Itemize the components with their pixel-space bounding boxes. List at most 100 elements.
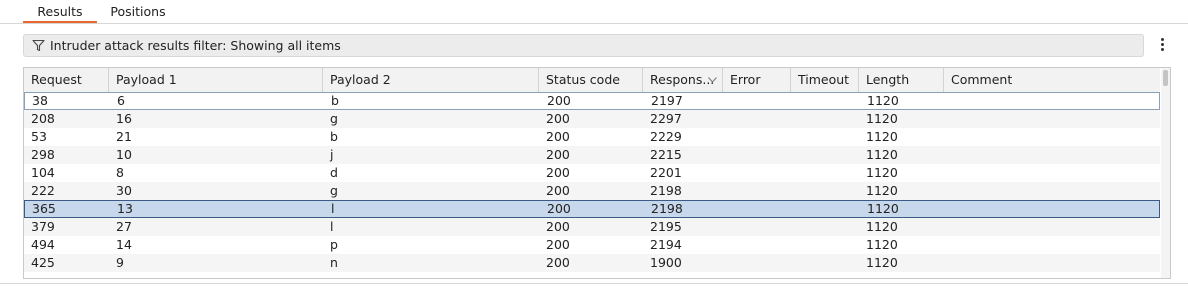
column-header-request[interactable]: Request xyxy=(24,68,109,92)
cell-payload-2: b xyxy=(331,93,339,108)
cell-payload-1: 8 xyxy=(116,165,124,180)
cell-status-code: 200 xyxy=(546,183,570,198)
cell-response-received: 2198 xyxy=(650,183,682,198)
cell-comment xyxy=(944,146,1160,164)
cell-comment xyxy=(944,110,1160,128)
column-header-error[interactable]: Error xyxy=(723,68,791,92)
cell-comment xyxy=(944,218,1160,236)
cell-request: 104 xyxy=(31,165,55,180)
table-row[interactable]: 222 30 g 200 2198 1120 xyxy=(24,182,1160,200)
cell-request: 208 xyxy=(31,111,55,126)
cell-comment xyxy=(944,128,1160,146)
cell-timeout xyxy=(791,182,859,200)
bottom-divider xyxy=(0,283,1188,284)
cell-response-received: 2201 xyxy=(650,165,682,180)
cell-request: 379 xyxy=(31,219,55,234)
cell-request: 222 xyxy=(31,183,55,198)
cell-length: 1120 xyxy=(867,93,899,108)
cell-response-received: 2229 xyxy=(650,129,682,144)
column-header-response-label: Respons... xyxy=(650,72,715,87)
cell-comment xyxy=(945,200,1161,218)
table-header: Request Payload 1 Payload 2 Status code … xyxy=(24,68,1160,93)
cell-payload-1: 27 xyxy=(116,219,132,234)
cell-error xyxy=(723,218,791,236)
cell-request: 365 xyxy=(32,201,56,216)
cell-length: 1120 xyxy=(866,219,898,234)
cell-payload-2: d xyxy=(330,165,338,180)
table-row[interactable]: 494 14 p 200 2194 1120 xyxy=(24,236,1160,254)
cell-payload-1: 6 xyxy=(117,93,125,108)
cell-payload-2: l xyxy=(331,201,335,216)
table-row[interactable]: 38 6 b 200 2197 1120 xyxy=(24,92,1160,110)
cell-payload-1: 21 xyxy=(116,129,132,144)
kebab-menu-icon[interactable] xyxy=(1155,36,1169,54)
cell-error xyxy=(724,200,792,218)
cell-payload-1: 30 xyxy=(116,183,132,198)
table-row[interactable]: 53 21 b 200 2229 1120 xyxy=(24,128,1160,146)
table-row[interactable]: 379 27 l 200 2195 1120 xyxy=(24,218,1160,236)
cell-length: 1120 xyxy=(866,237,898,252)
tab-bar: Results Positions xyxy=(0,0,1188,24)
cell-error xyxy=(723,146,791,164)
cell-comment xyxy=(944,164,1160,182)
column-header-timeout[interactable]: Timeout xyxy=(791,68,859,92)
cell-response-received: 2198 xyxy=(651,201,683,216)
cell-length: 1120 xyxy=(866,111,898,126)
cell-payload-1: 16 xyxy=(116,111,132,126)
cell-status-code: 200 xyxy=(546,129,570,144)
cell-timeout xyxy=(791,254,859,272)
cell-status-code: 200 xyxy=(546,237,570,252)
column-header-comment[interactable]: Comment xyxy=(944,68,1160,92)
column-header-length[interactable]: Length xyxy=(859,68,944,92)
tab-positions[interactable]: Positions xyxy=(101,0,175,23)
tab-results[interactable]: Results xyxy=(23,0,97,23)
cell-payload-1: 9 xyxy=(116,255,124,270)
cell-length: 1120 xyxy=(866,255,898,270)
table-row[interactable]: 298 10 j 200 2215 1120 xyxy=(24,146,1160,164)
cell-status-code: 200 xyxy=(546,165,570,180)
cell-payload-1: 10 xyxy=(116,147,132,162)
cell-timeout xyxy=(792,200,860,218)
cell-payload-1: 13 xyxy=(117,201,133,216)
cell-response-received: 2297 xyxy=(650,111,682,126)
cell-response-received: 1900 xyxy=(650,255,682,270)
column-header-payload-1[interactable]: Payload 1 xyxy=(109,68,323,92)
cell-error xyxy=(723,128,791,146)
cell-response-received: 2197 xyxy=(651,93,683,108)
cell-payload-2: j xyxy=(330,147,334,162)
vertical-scrollbar[interactable] xyxy=(1161,68,1170,278)
cell-response-received: 2194 xyxy=(650,237,682,252)
results-table: Request Payload 1 Payload 2 Status code … xyxy=(23,67,1171,279)
cell-response-received: 2215 xyxy=(650,147,682,162)
table-row[interactable]: 425 9 n 200 1900 1120 xyxy=(24,254,1160,272)
column-header-status-code[interactable]: Status code xyxy=(539,68,643,92)
cell-payload-2: l xyxy=(330,219,334,234)
table-row[interactable]: 208 16 g 200 2297 1120 xyxy=(24,110,1160,128)
results-filter-bar[interactable]: Intruder attack results filter: Showing … xyxy=(23,34,1144,57)
cell-payload-1: 14 xyxy=(116,237,132,252)
cell-payload-2: n xyxy=(330,255,338,270)
cell-status-code: 200 xyxy=(546,255,570,270)
cell-error xyxy=(723,110,791,128)
cell-payload-2: p xyxy=(330,237,338,252)
cell-status-code: 200 xyxy=(546,147,570,162)
column-header-payload-2[interactable]: Payload 2 xyxy=(323,68,539,92)
scrollbar-thumb[interactable] xyxy=(1163,70,1168,86)
cell-error xyxy=(723,254,791,272)
filter-label: Intruder attack results filter: Showing … xyxy=(50,38,341,53)
column-header-response-received[interactable]: Respons... xyxy=(643,68,723,92)
cell-payload-2: g xyxy=(330,111,338,126)
table-row[interactable]: 104 8 d 200 2201 1120 xyxy=(24,164,1160,182)
table-row[interactable]: 365 13 l 200 2198 1120 xyxy=(24,200,1160,218)
table-body: 38 6 b 200 2197 1120 208 16 g 200 2297 1120 53 21 b 200… xyxy=(24,92,1160,272)
cell-length: 1120 xyxy=(866,183,898,198)
cell-request: 425 xyxy=(31,255,55,270)
cell-request: 298 xyxy=(31,147,55,162)
cell-comment xyxy=(945,92,1161,110)
cell-request: 53 xyxy=(31,129,47,144)
cell-timeout xyxy=(791,164,859,182)
cell-length: 1120 xyxy=(866,129,898,144)
cell-error xyxy=(723,164,791,182)
cell-payload-2: g xyxy=(330,183,338,198)
cell-comment xyxy=(944,254,1160,272)
